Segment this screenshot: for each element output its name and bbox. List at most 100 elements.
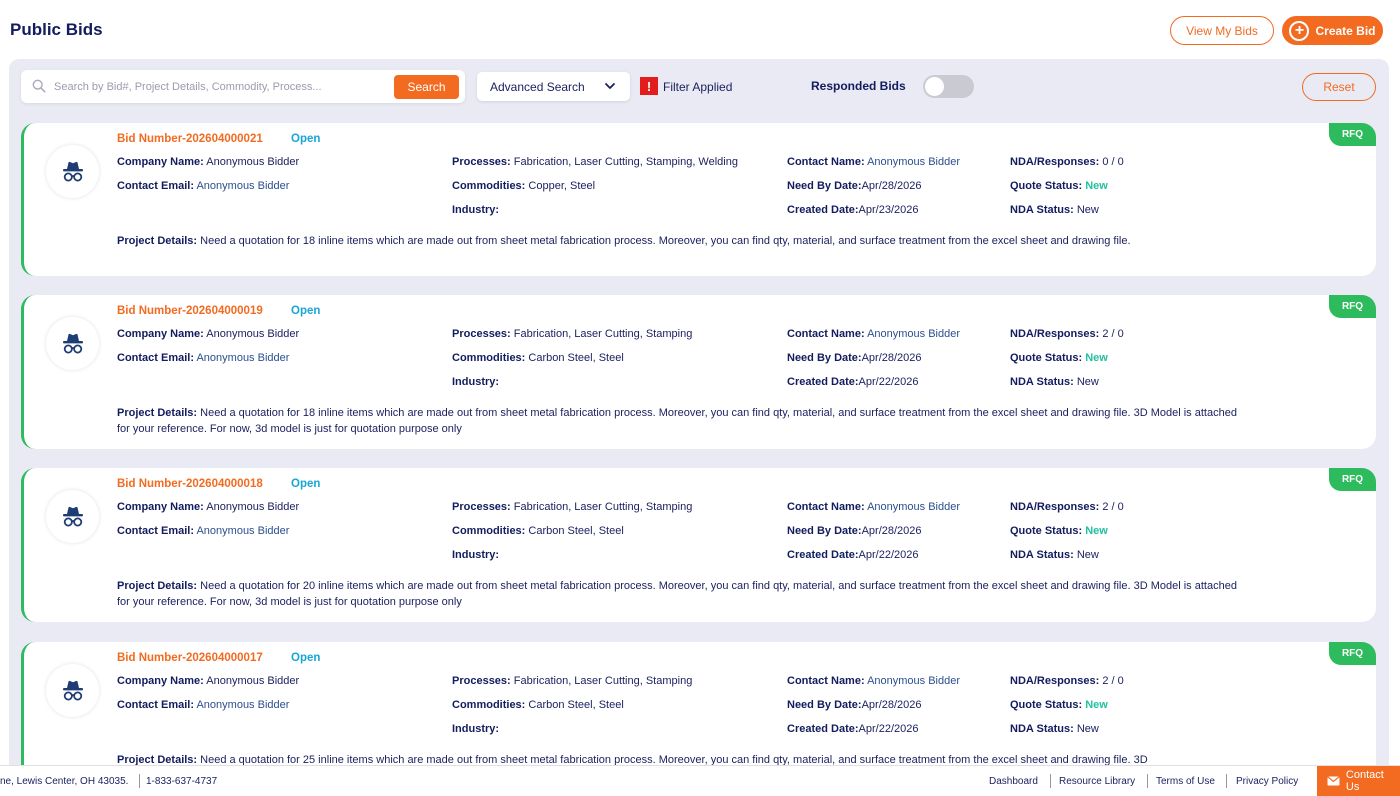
company-name-field: Company Name: Anonymous Bidder <box>117 156 299 168</box>
need-by-date-field: Need By Date:Apr/28/2026 <box>787 699 922 711</box>
nda-status-field: NDA Status: New <box>1010 376 1099 388</box>
field-label: Processes: <box>452 675 511 687</box>
field-value: Apr/23/2026 <box>858 204 919 216</box>
project-details-text: Need a quotation for 20 inline items whi… <box>117 580 1237 608</box>
contact-name-field: Contact Name: Anonymous Bidder <box>787 156 960 168</box>
search-icon <box>32 79 46 93</box>
field-value: New <box>1076 549 1099 561</box>
bid-number-link[interactable]: Bid Number-202604000018 <box>117 478 263 490</box>
responded-bids-toggle[interactable] <box>923 75 974 98</box>
processes-field: Processes: Fabrication, Laser Cutting, S… <box>452 501 692 513</box>
field-label: Project Details: <box>117 580 198 592</box>
field-label: Commodities: <box>452 180 526 192</box>
field-value: Apr/22/2026 <box>858 723 919 735</box>
search-button[interactable]: Search <box>394 75 459 99</box>
field-value: Fabrication, Laser Cutting, Stamping, We… <box>513 156 738 168</box>
nda-responses-field: NDA/Responses: 2 / 0 <box>1010 501 1124 513</box>
bid-card[interactable]: RFQ Bid Number-202604000019 Open Company… <box>21 295 1376 449</box>
search-input[interactable] <box>54 76 394 98</box>
bid-status-badge: Open <box>291 133 321 145</box>
avatar <box>46 317 99 370</box>
industry-field: Industry: <box>452 204 499 216</box>
contact-name-field: Contact Name: Anonymous Bidder <box>787 675 960 687</box>
field-value: Anonymous Bidder <box>196 180 290 192</box>
field-value: Anonymous Bidder <box>196 699 290 711</box>
anonymous-incognito-icon <box>62 506 83 526</box>
field-value: Apr/28/2026 <box>861 180 922 192</box>
footer-link-resource-library[interactable]: Resource Library <box>1059 776 1135 787</box>
field-value: New <box>1085 699 1108 711</box>
advanced-search-label: Advanced Search <box>490 79 585 94</box>
field-value: New <box>1085 180 1108 192</box>
field-label: Contact Email: <box>117 699 195 711</box>
field-value: Carbon Steel, Steel <box>528 699 624 711</box>
search-box: Search <box>21 70 465 103</box>
need-by-date-field: Need By Date:Apr/28/2026 <box>787 180 922 192</box>
field-label: Need By Date: <box>787 699 862 711</box>
quote-status-field: Quote Status: New <box>1010 525 1108 537</box>
view-my-bids-button[interactable]: View My Bids <box>1170 16 1274 45</box>
field-value: Anonymous Bidder <box>206 328 300 340</box>
field-value: Anonymous Bidder <box>867 328 961 340</box>
commodities-field: Commodities: Carbon Steel, Steel <box>452 352 624 364</box>
industry-field: Industry: <box>452 723 499 735</box>
field-value: Anonymous Bidder <box>867 501 961 513</box>
avatar <box>46 490 99 543</box>
page-title: Public Bids <box>10 20 103 39</box>
bid-card[interactable]: RFQ Bid Number-202604000018 Open Company… <box>21 468 1376 622</box>
field-value: New <box>1076 376 1099 388</box>
advanced-search-dropdown[interactable]: Advanced Search <box>477 72 630 101</box>
field-label: NDA Status: <box>1010 723 1074 735</box>
created-date-field: Created Date:Apr/22/2026 <box>787 549 918 561</box>
field-value: Carbon Steel, Steel <box>528 352 624 364</box>
field-value: Fabrication, Laser Cutting, Stamping <box>513 328 693 340</box>
bid-number-link[interactable]: Bid Number-202604000017 <box>117 652 263 664</box>
field-label: NDA Status: <box>1010 204 1074 216</box>
field-value: 0 / 0 <box>1102 156 1124 168</box>
nda-responses-field: NDA/Responses: 2 / 0 <box>1010 675 1124 687</box>
field-label: Project Details: <box>117 407 198 419</box>
field-value: Anonymous Bidder <box>867 675 961 687</box>
field-label: Processes: <box>452 156 511 168</box>
field-label: Commodities: <box>452 525 526 537</box>
contact-name-field: Contact Name: Anonymous Bidder <box>787 501 960 513</box>
create-bid-button[interactable]: + Create Bid <box>1282 16 1383 45</box>
field-label: Need By Date: <box>787 525 862 537</box>
field-label: Created Date: <box>787 376 859 388</box>
footer-link-dashboard[interactable]: Dashboard <box>989 776 1038 787</box>
footer-link-privacy[interactable]: Privacy Policy <box>1236 776 1298 787</box>
company-name-field: Company Name: Anonymous Bidder <box>117 501 299 513</box>
field-label: Industry: <box>452 204 500 216</box>
field-label: Created Date: <box>787 549 859 561</box>
nda-status-field: NDA Status: New <box>1010 723 1099 735</box>
filter-applied-label: Filter Applied <box>663 80 733 94</box>
field-label: Contact Name: <box>787 675 865 687</box>
field-value: Apr/22/2026 <box>858 549 919 561</box>
field-label: NDA Status: <box>1010 376 1074 388</box>
contact-us-label: Contact Us <box>1345 769 1384 793</box>
field-value: Anonymous Bidder <box>206 156 300 168</box>
field-label: Quote Status: <box>1010 699 1083 711</box>
field-label: NDA/Responses: <box>1010 328 1100 340</box>
industry-field: Industry: <box>452 549 499 561</box>
created-date-field: Created Date:Apr/22/2026 <box>787 723 918 735</box>
field-label: Contact Email: <box>117 180 195 192</box>
plus-icon: + <box>1289 20 1310 41</box>
toggle-knob <box>925 77 944 96</box>
bid-number-link[interactable]: Bid Number-202604000019 <box>117 305 263 317</box>
field-label: Project Details: <box>117 235 198 247</box>
need-by-date-field: Need By Date:Apr/28/2026 <box>787 525 922 537</box>
field-label: Quote Status: <box>1010 525 1083 537</box>
anonymous-incognito-icon <box>62 161 83 181</box>
footer-link-terms[interactable]: Terms of Use <box>1156 776 1215 787</box>
field-label: Company Name: <box>117 328 204 340</box>
field-label: Contact Name: <box>787 501 865 513</box>
bid-number-link[interactable]: Bid Number-202604000021 <box>117 133 263 145</box>
field-value: New <box>1076 204 1099 216</box>
reset-button[interactable]: Reset <box>1302 73 1376 101</box>
quote-status-field: Quote Status: New <box>1010 699 1108 711</box>
commodities-field: Commodities: Copper, Steel <box>452 180 595 192</box>
field-value: New <box>1076 723 1099 735</box>
contact-us-button[interactable]: Contact Us <box>1317 766 1400 796</box>
bid-card[interactable]: RFQ Bid Number-202604000021 Open Company… <box>21 123 1376 276</box>
